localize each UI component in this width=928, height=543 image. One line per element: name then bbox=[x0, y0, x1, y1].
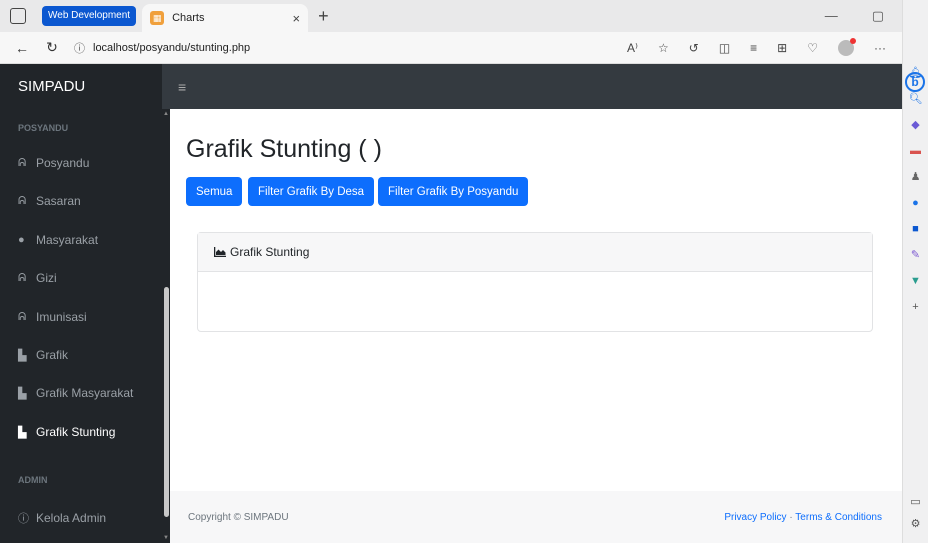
sidebar-scrollbar[interactable]: ▲ ▼ bbox=[162, 109, 170, 543]
sidebar-item-masyarakat[interactable]: ● Masyarakat bbox=[18, 233, 98, 247]
sidebar-item-label: Masyarakat bbox=[36, 233, 99, 247]
browser-essentials-icon[interactable]: ♡ bbox=[807, 41, 818, 55]
area-chart-icon: ▙ bbox=[18, 349, 27, 362]
area-chart-icon: ▙ bbox=[18, 426, 27, 439]
games-icon[interactable]: ♟ bbox=[911, 170, 921, 184]
scroll-down-icon[interactable]: ▼ bbox=[162, 535, 170, 541]
search-icon[interactable]: 🔍︎ bbox=[909, 92, 923, 106]
user-icon: ● bbox=[18, 234, 25, 246]
sidebar-item-label: Kelola Admin bbox=[36, 511, 107, 525]
address-bar[interactable]: ⓘ localhost/posyandu/stunting.php bbox=[74, 40, 627, 56]
sidebar-item-grafik[interactable]: ▙ Grafik bbox=[18, 348, 68, 362]
bing-copilot-icon[interactable]: b bbox=[905, 72, 925, 92]
privacy-policy-link[interactable]: Privacy Policy bbox=[724, 512, 786, 523]
charts-favicon-icon: ▦ bbox=[150, 11, 165, 25]
terms-link[interactable]: Terms & Conditions bbox=[795, 512, 882, 523]
sidebar-item-label: Grafik Stunting bbox=[36, 425, 116, 439]
sidebar-item-kelola-admin[interactable]: ⓘ Kelola Admin bbox=[18, 510, 106, 526]
tab-group-label[interactable]: Web Development bbox=[42, 6, 137, 26]
drop-icon[interactable]: ▼ bbox=[910, 274, 921, 288]
scrollbar-thumb[interactable] bbox=[164, 287, 169, 517]
tools-briefcase-icon[interactable]: ▬ bbox=[910, 144, 921, 158]
profile-avatar[interactable] bbox=[838, 37, 856, 56]
area-chart-icon: ▙ bbox=[18, 387, 27, 400]
sidebar-item-label: Grafik bbox=[36, 348, 69, 362]
app-topbar: SIMPADU ≡ bbox=[0, 64, 902, 109]
semua-button[interactable]: Semua bbox=[186, 177, 243, 206]
edge-sidebar: b 🔔︎ 🔍︎ ◆ ▬ ♟ ● ■ ✎ ▼ + ▭ ⚙ bbox=[902, 0, 928, 543]
shopping-tag-icon[interactable]: ◆ bbox=[911, 118, 919, 132]
minimize-icon[interactable]: — bbox=[825, 8, 838, 24]
sidebar-toggle-icon[interactable]: ≡ bbox=[178, 79, 186, 95]
more-menu-icon[interactable]: ··· bbox=[874, 41, 886, 55]
read-aloud-icon[interactable]: A⁾ bbox=[627, 41, 638, 55]
card-header: Grafik Stunting bbox=[198, 233, 872, 272]
app-sidebar: POSYANDU ᕱ Posyandu ᕱ Sasaran ● Masyarak… bbox=[0, 109, 162, 543]
collections-icon[interactable]: ⊞ bbox=[777, 41, 787, 55]
card-title: Grafik Stunting bbox=[230, 245, 310, 259]
sidebar-item-sasaran[interactable]: ᕱ Sasaran bbox=[18, 194, 81, 208]
sidebar-item-label: Imunisasi bbox=[36, 310, 87, 324]
filter-by-desa-button[interactable]: Filter Grafik By Desa bbox=[248, 177, 375, 206]
settings-gear-icon[interactable]: ⚙ bbox=[911, 517, 921, 531]
footer-separator: · bbox=[789, 511, 793, 523]
copyright-text: Copyright © SIMPADU bbox=[188, 511, 289, 523]
refresh-icon[interactable]: ↻ bbox=[44, 39, 60, 56]
url-text: localhost/posyandu/stunting.php bbox=[93, 41, 251, 54]
sidebar-section-posyandu: POSYANDU bbox=[18, 123, 69, 133]
office-icon[interactable]: ● bbox=[912, 196, 919, 210]
sidebar-item-grafik-masyarakat[interactable]: ▙ Grafik Masyarakat bbox=[18, 386, 133, 400]
toolbar-icons: A⁾ ☆ ↺ ◫ ≡ ⊞ ♡ ··· bbox=[627, 37, 902, 56]
sidebar-item-grafik-stunting[interactable]: ▙ Grafik Stunting bbox=[18, 425, 115, 439]
app-brand[interactable]: SIMPADU bbox=[0, 64, 162, 109]
window-controls: — ▢ bbox=[825, 8, 902, 24]
tab-charts[interactable]: ▦ Charts × bbox=[142, 4, 309, 32]
stethoscope-icon: ᕱ bbox=[18, 310, 27, 323]
browser-toolbar: ← ↻ ⓘ localhost/posyandu/stunting.php A⁾… bbox=[0, 32, 902, 64]
sidebar-item-label: Gizi bbox=[36, 271, 57, 285]
info-icon: ⓘ bbox=[18, 513, 29, 525]
restore-icon[interactable]: ▢ bbox=[872, 8, 884, 24]
scroll-up-icon[interactable]: ▲ bbox=[162, 111, 170, 117]
sidebar-item-label: Sasaran bbox=[36, 194, 81, 208]
favorite-star-icon[interactable]: ☆ bbox=[658, 41, 669, 55]
favorites-list-icon[interactable]: ≡ bbox=[750, 41, 757, 55]
sidebar-item-posyandu[interactable]: ᕱ Posyandu bbox=[18, 156, 89, 170]
tab-actions-icon[interactable] bbox=[10, 8, 26, 24]
page-title: Grafik Stunting ( ) bbox=[186, 135, 382, 163]
sidebar-item-label: Grafik Masyarakat bbox=[36, 386, 134, 400]
back-icon[interactable]: ← bbox=[14, 40, 30, 56]
add-sidebar-app-icon[interactable]: + bbox=[912, 300, 918, 314]
stethoscope-icon: ᕱ bbox=[18, 194, 27, 207]
sidebar-layout-icon[interactable]: ▭ bbox=[910, 495, 920, 509]
main-content: Grafik Stunting ( ) Semua Filter Grafik … bbox=[170, 109, 902, 543]
footer-links: Privacy Policy · Terms & Conditions bbox=[724, 512, 882, 523]
extensions-icon[interactable]: ↺ bbox=[689, 41, 699, 55]
browser-tabstrip: Web Development ▦ Charts × + — ▢ bbox=[0, 0, 902, 32]
new-tab-button[interactable]: + bbox=[318, 6, 329, 27]
site-info-icon[interactable]: ⓘ bbox=[74, 40, 85, 56]
stunting-chart-card: Grafik Stunting bbox=[197, 232, 873, 332]
filter-by-posyandu-button[interactable]: Filter Grafik By Posyandu bbox=[378, 177, 529, 206]
outlook-icon[interactable]: ■ bbox=[912, 222, 919, 236]
sidebar-item-gizi[interactable]: ᕱ Gizi bbox=[18, 271, 57, 285]
stethoscope-icon: ᕱ bbox=[18, 156, 27, 169]
area-chart-icon bbox=[214, 247, 226, 257]
stethoscope-icon: ᕱ bbox=[18, 271, 27, 284]
sidebar-item-label: Posyandu bbox=[36, 156, 90, 170]
sidebar-section-admin: ADMIN bbox=[18, 475, 48, 485]
chart-area bbox=[198, 272, 872, 332]
tab-title: Charts bbox=[172, 12, 205, 24]
sidebar-item-imunisasi[interactable]: ᕱ Imunisasi bbox=[18, 310, 87, 324]
split-screen-icon[interactable]: ◫ bbox=[719, 41, 730, 55]
page-footer: Copyright © SIMPADU Privacy Policy · Ter… bbox=[170, 491, 902, 543]
designer-icon[interactable]: ✎ bbox=[911, 248, 920, 262]
tab-close-icon[interactable]: × bbox=[293, 11, 301, 26]
